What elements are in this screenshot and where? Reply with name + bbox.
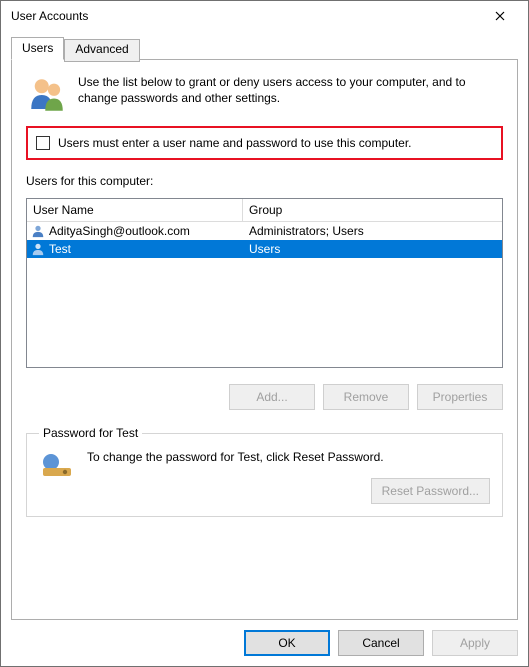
user-accounts-window: User Accounts Users Advanced Use the lis… xyxy=(0,0,529,667)
close-icon xyxy=(495,11,505,21)
password-group: Password for Test To change the password… xyxy=(26,426,503,517)
list-item[interactable]: AdityaSingh@outlook.com Administrators; … xyxy=(27,222,502,240)
user-icon xyxy=(31,224,45,238)
titlebar: User Accounts xyxy=(1,1,528,31)
password-group-text: To change the password for Test, click R… xyxy=(87,450,490,464)
intro-text: Use the list below to grant or deny user… xyxy=(78,74,503,106)
tab-strip: Users Advanced xyxy=(11,37,518,60)
require-password-highlight: Users must enter a user name and passwor… xyxy=(26,126,503,160)
properties-button[interactable]: Properties xyxy=(417,384,503,410)
list-item[interactable]: Test Users xyxy=(27,240,502,258)
tab-page-users: Use the list below to grant or deny user… xyxy=(11,59,518,620)
tab-users[interactable]: Users xyxy=(11,37,64,60)
require-password-label: Users must enter a user name and passwor… xyxy=(58,136,412,150)
cell-group: Users xyxy=(243,242,502,256)
close-button[interactable] xyxy=(480,1,520,31)
content-area: Users Advanced Use the list below to gra… xyxy=(1,31,528,666)
reset-password-button[interactable]: Reset Password... xyxy=(371,478,490,504)
cell-group: Administrators; Users xyxy=(243,224,502,238)
remove-user-button[interactable]: Remove xyxy=(323,384,409,410)
tab-advanced[interactable]: Advanced xyxy=(64,39,139,62)
key-icon xyxy=(39,450,75,486)
cell-username: AdityaSingh@outlook.com xyxy=(49,224,190,238)
require-password-checkbox[interactable] xyxy=(36,136,50,150)
column-group[interactable]: Group xyxy=(243,199,502,221)
cell-username: Test xyxy=(49,242,71,256)
users-listview[interactable]: User Name Group AdityaSingh@outlook.com … xyxy=(26,198,503,368)
column-username[interactable]: User Name xyxy=(27,199,243,221)
add-user-button[interactable]: Add... xyxy=(229,384,315,410)
dialog-buttons: OK Cancel Apply xyxy=(11,630,518,656)
users-icon xyxy=(26,74,68,116)
user-icon xyxy=(31,242,45,256)
password-group-legend: Password for Test xyxy=(39,426,142,440)
window-title: User Accounts xyxy=(11,9,480,23)
intro-row: Use the list below to grant or deny user… xyxy=(26,74,503,116)
users-list-label: Users for this computer: xyxy=(26,174,503,188)
cancel-button[interactable]: Cancel xyxy=(338,630,424,656)
apply-button[interactable]: Apply xyxy=(432,630,518,656)
user-buttons-row: Add... Remove Properties xyxy=(26,384,503,410)
listview-header: User Name Group xyxy=(27,199,502,222)
ok-button[interactable]: OK xyxy=(244,630,330,656)
listview-body: AdityaSingh@outlook.com Administrators; … xyxy=(27,222,502,258)
